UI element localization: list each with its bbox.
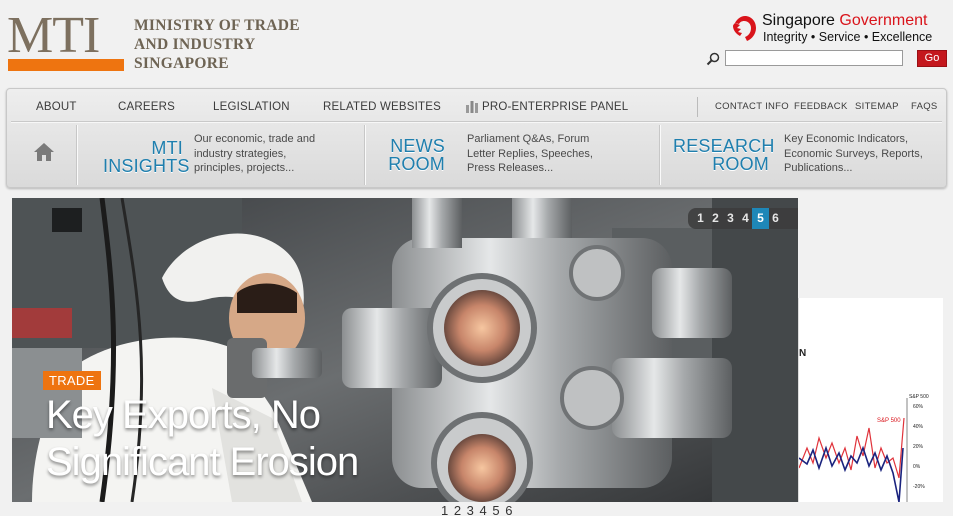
nav-sitemap[interactable]: SITEMAP <box>855 101 899 112</box>
sp500-chart-thumbnail: N S&P 500 60% 40% 20% 0% -20% S&P 500 <box>799 348 929 502</box>
home-icon[interactable] <box>33 142 55 162</box>
section-divider <box>76 125 77 185</box>
peek-tick: 20% <box>913 444 924 450</box>
nav-pro-enterprise-panel[interactable]: PRO-ENTERPRISE PANEL <box>482 101 628 113</box>
news-room-title-line1: NEWS <box>390 136 445 156</box>
news-room-desc: Parliament Q&As, Forum Letter Replies, S… <box>467 133 593 174</box>
peek-tick: -20% <box>913 484 925 490</box>
hero-headline-line2: Significant Erosion <box>46 440 359 484</box>
mti-insights-title-line2: INSIGHTS <box>103 156 190 176</box>
ministry-name: MINISTRY OF TRADE AND INDUSTRY SINGAPORE <box>134 16 300 73</box>
research-room-title[interactable]: RESEARCH ROOM <box>673 136 775 174</box>
hero-headline[interactable]: Key Exports, No Significant Erosion <box>46 392 466 486</box>
research-room-title-line1: RESEARCH <box>673 136 775 156</box>
nav-about[interactable]: ABOUT <box>36 101 77 113</box>
mti-insights-desc: Our economic, trade and industry strateg… <box>194 133 316 174</box>
news-room-title[interactable]: NEWS ROOM <box>377 137 445 173</box>
bottom-pager[interactable]: 1 2 3 4 5 6 <box>441 503 513 516</box>
research-room-desc: Key Economic Indicators, Economic Survey… <box>784 133 923 174</box>
search-icon <box>706 52 720 66</box>
peek-tick: 0% <box>913 464 921 470</box>
slide-pager: 1 2 3 4 5 6 <box>688 208 798 229</box>
slide-page-6[interactable]: 6 <box>768 208 783 229</box>
research-room-title-line2: ROOM <box>712 154 769 174</box>
section-divider <box>364 125 365 185</box>
logo-orange-bar <box>8 59 124 71</box>
ministry-line-3: SINGAPORE <box>134 55 229 72</box>
category-tag[interactable]: TRADE <box>43 371 101 390</box>
sg-motto: Integrity • Service • Excellence <box>763 30 933 44</box>
section-divider <box>659 125 660 185</box>
sg-word-singapore: Singapore <box>762 12 835 29</box>
nav-feedback[interactable]: FEEDBACK <box>794 101 848 112</box>
go-button[interactable]: Go <box>917 50 947 67</box>
mti-insights-title[interactable]: MTI INSIGHTS <box>103 138 190 176</box>
mti-insights-title-line1: MTI <box>151 138 183 158</box>
bar-chart-icon <box>466 101 478 113</box>
slide-page-4[interactable]: 4 <box>738 208 753 229</box>
main-navigation: ABOUT CAREERS LEGISLATION RELATED WEBSIT… <box>6 88 947 188</box>
nav-legislation[interactable]: LEGISLATION <box>213 101 290 113</box>
peek-axis-title: S&P 500 <box>909 394 929 400</box>
slide-page-5[interactable]: 5 <box>752 208 769 229</box>
nav-contact-info[interactable]: CONTACT INFO <box>715 101 789 112</box>
peek-legend: S&P 500 <box>877 418 901 424</box>
nav-divider <box>697 97 698 117</box>
slide-page-1[interactable]: 1 <box>693 208 708 229</box>
mti-logo[interactable]: MTI <box>7 10 100 62</box>
slide-page-2[interactable]: 2 <box>708 208 723 229</box>
slide-page-3[interactable]: 3 <box>723 208 738 229</box>
sg-word-government: Government <box>839 12 928 29</box>
peek-tick: 60% <box>913 404 924 410</box>
nav-horizontal-divider <box>11 121 942 122</box>
hero-headline-line1: Key Exports, No <box>46 393 321 437</box>
ministry-line-2: AND INDUSTRY <box>134 36 256 53</box>
ministry-line-1: MINISTRY OF TRADE <box>134 17 300 34</box>
next-slide-peek[interactable]: N S&P 500 60% 40% 20% 0% -20% S&P 500 <box>798 298 943 502</box>
search-input[interactable] <box>725 50 903 66</box>
nav-faqs[interactable]: FAQS <box>911 101 938 112</box>
nav-related-websites[interactable]: RELATED WEBSITES <box>323 101 441 113</box>
peek-tick: 40% <box>913 424 924 430</box>
nav-careers[interactable]: CAREERS <box>118 101 175 113</box>
peek-label: N <box>799 348 806 359</box>
singapore-government-title[interactable]: Singapore Government <box>762 12 927 30</box>
news-room-title-line2: ROOM <box>388 154 445 174</box>
lion-head-icon[interactable] <box>732 15 758 43</box>
